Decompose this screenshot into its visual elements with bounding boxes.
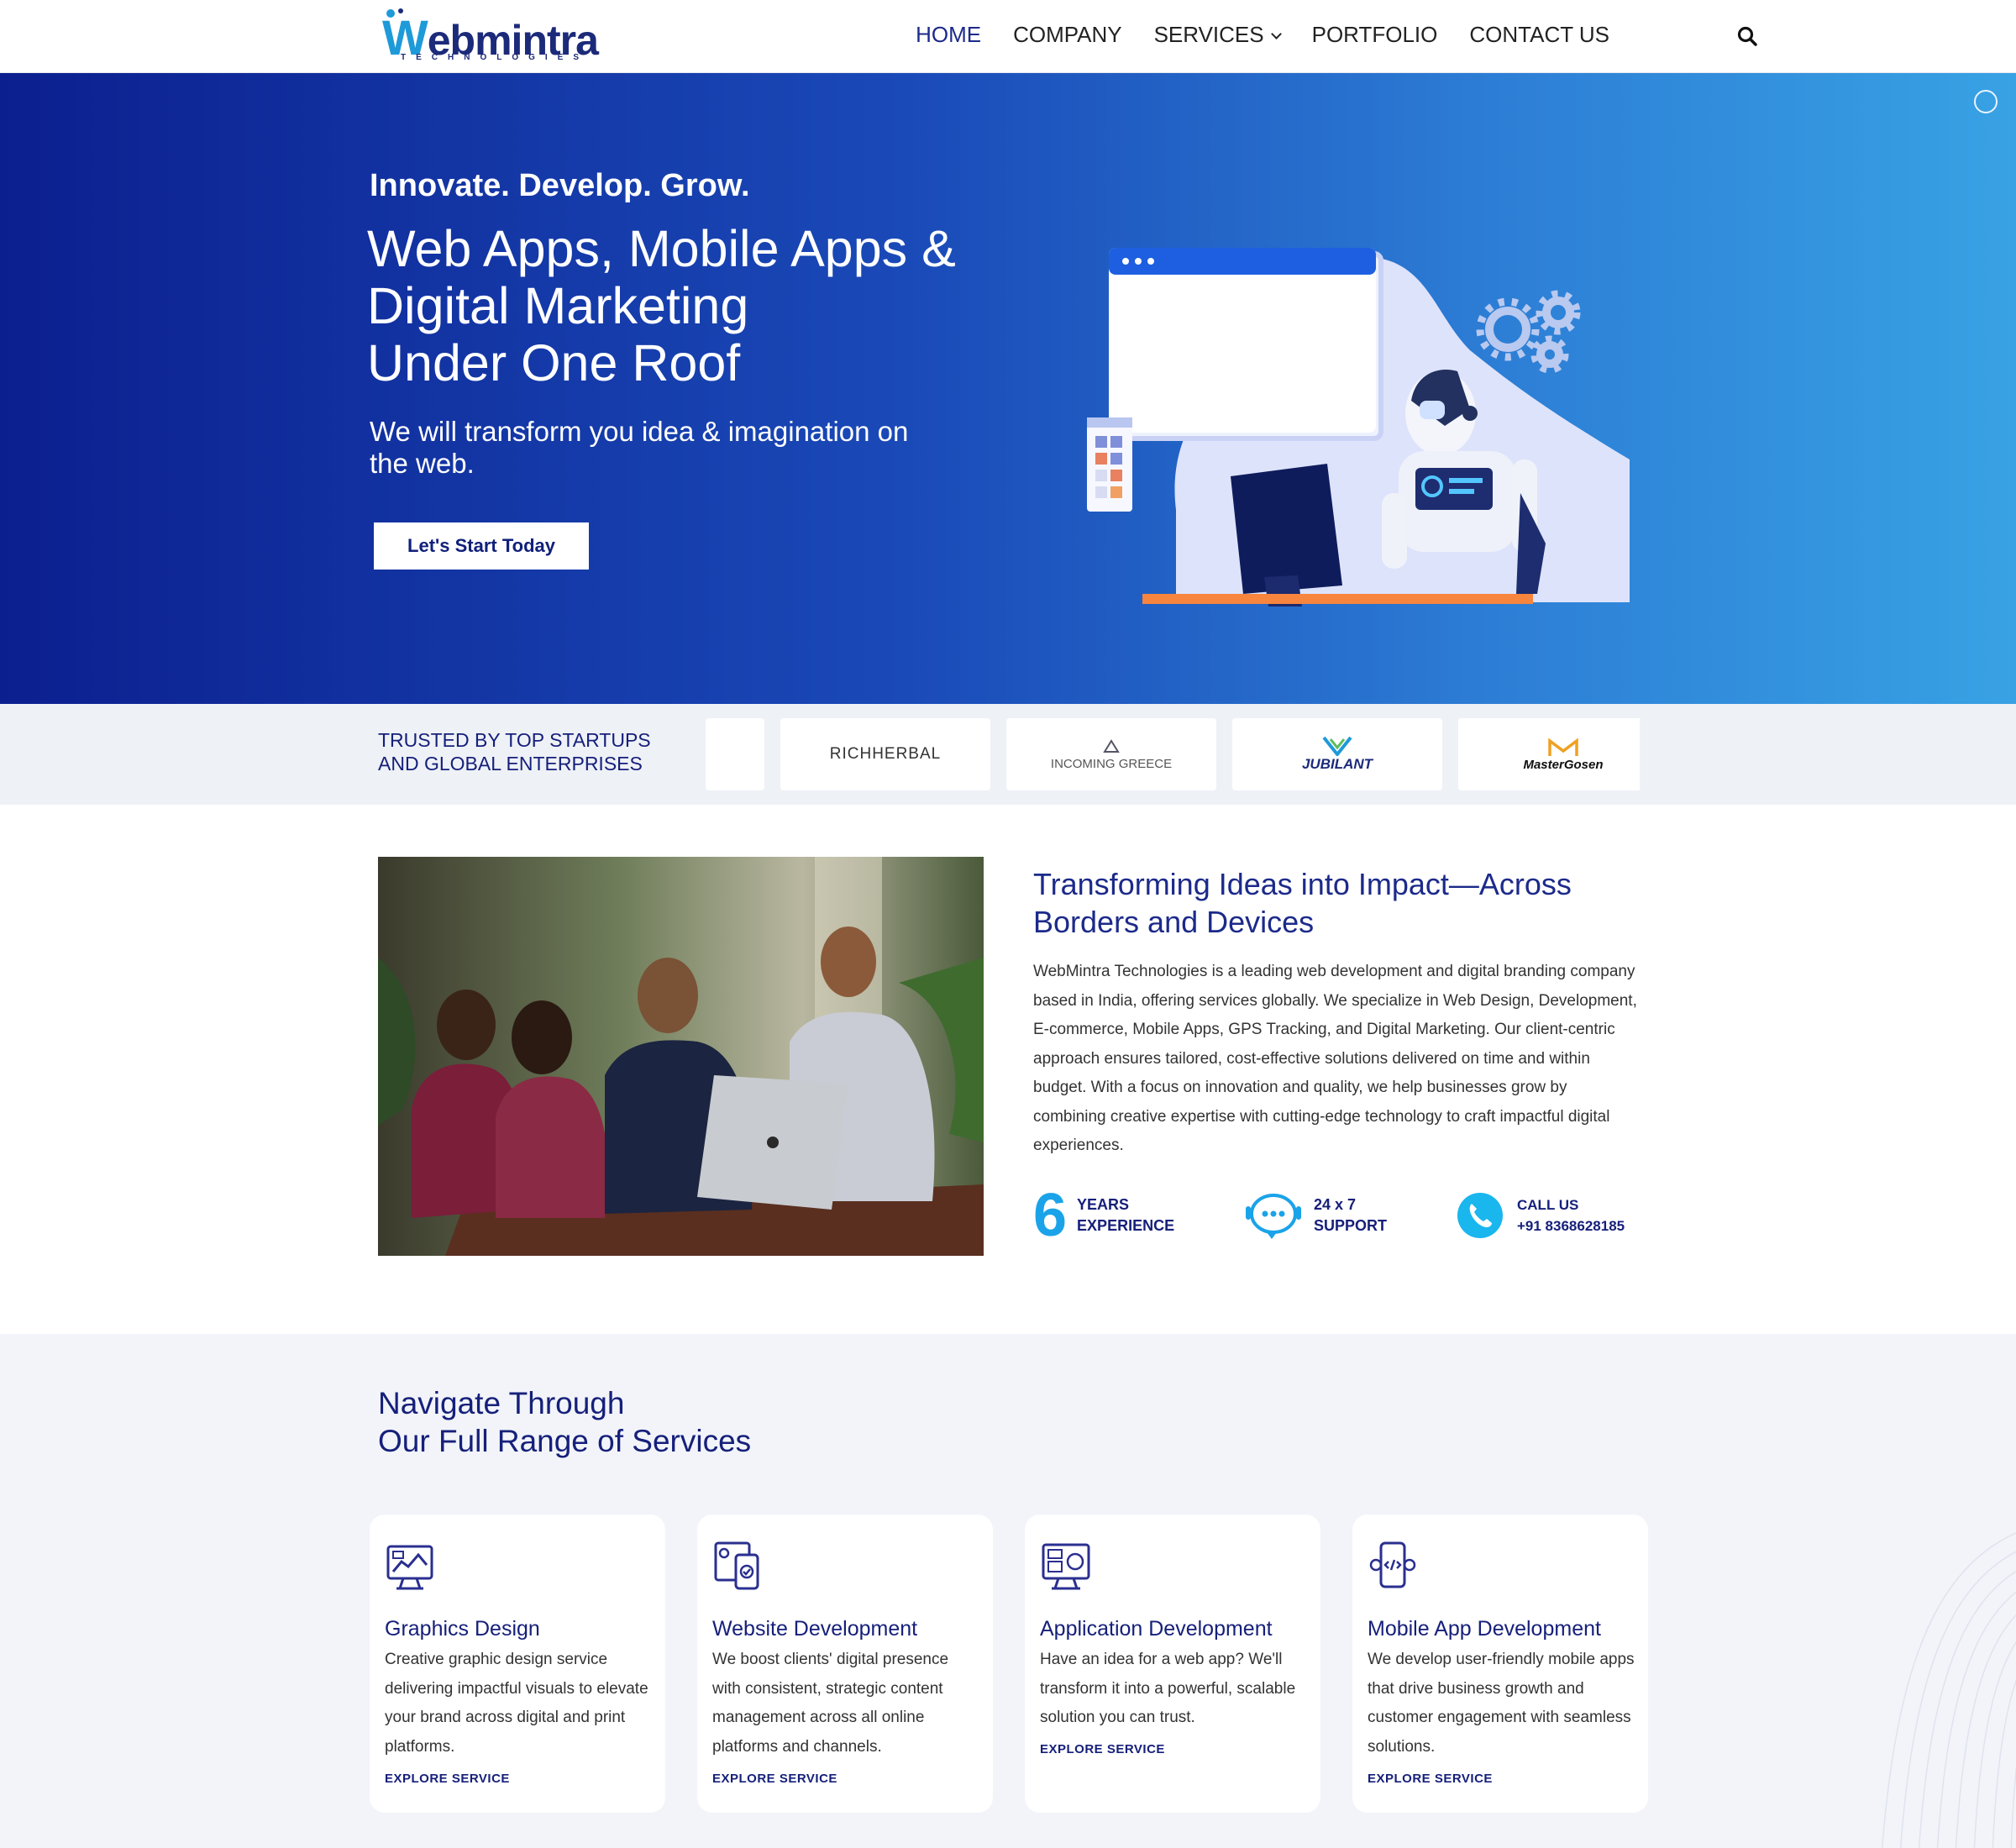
hero-banner: Innovate. Develop. Grow. Web Apps, Mobil… [0, 73, 2016, 704]
years-label-line2: EXPERIENCE [1077, 1217, 1175, 1234]
support-label: 24 x 7 SUPPORT [1314, 1194, 1387, 1236]
support-label-line2: SUPPORT [1314, 1217, 1388, 1234]
client-logo-richherbal: RICHHERBAL [780, 718, 990, 790]
years-number: 6 [1033, 1182, 1068, 1249]
nav-services[interactable]: SERVICES [1138, 22, 1296, 48]
mobile-app-icon [1369, 1541, 1416, 1588]
hero-subtitle: We will transform you idea & imagination… [370, 416, 909, 479]
richherbal-text: RICHHERBAL [829, 745, 942, 763]
application-development-icon [1042, 1543, 1090, 1590]
mastergosen-emblem-icon [1548, 738, 1578, 756]
incoming-greece-text: INCOMING GREECE [1050, 756, 1173, 771]
hero-title-line2: Digital Marketing [367, 277, 749, 334]
trusted-label: TRUSTED BY TOP STARTUPS AND GLOBAL ENTER… [378, 728, 655, 775]
phone-icon [1457, 1193, 1503, 1238]
client-logo-jubilant: JUBILANT [1232, 718, 1442, 790]
trusted-label-line1: TRUSTED BY TOP STARTUPS [378, 729, 651, 751]
stat-call-us[interactable]: CALL US +91 8368628185 [1455, 1186, 1625, 1245]
about-description: WebMintra Technologies is a leading web … [1033, 963, 1637, 1154]
support-label-line1: 24 x 7 [1314, 1196, 1357, 1213]
logo-subtitle: TECHNOLOGIES [401, 53, 590, 62]
jubilant-emblem-icon [1322, 736, 1352, 756]
team-at-laptop-photo [378, 857, 984, 1256]
service-description: Creative graphic design service deliveri… [385, 1651, 648, 1756]
website-development-icon [714, 1541, 759, 1590]
services-section: Navigate Through Our Full Range of Servi… [0, 1334, 2016, 1848]
call-label-line1: CALL US [1517, 1197, 1579, 1213]
explore-service-link[interactable]: EXPLORE SERVICE [1040, 1742, 1165, 1756]
graphics-design-icon [386, 1545, 433, 1590]
service-card-website-development[interactable]: Website Development We boost clients' di… [697, 1515, 993, 1813]
service-card-mobile-app-development[interactable]: Mobile App Development We develop user-f… [1352, 1515, 1648, 1813]
support-chat-icon [1246, 1194, 1301, 1239]
service-title: Application Development [1040, 1617, 1273, 1641]
main-menu: HOME COMPANY SERVICES PORTFOLIO CONTACT … [900, 22, 1625, 48]
webmintra-logo[interactable]: Webmintra TECHNOLOGIES [382, 7, 599, 66]
years-label: YEARS EXPERIENCE [1077, 1194, 1174, 1236]
service-description: Have an idea for a web app? We'll transf… [1040, 1651, 1296, 1726]
trusted-label-line2: AND GLOBAL ENTERPRISES [378, 753, 643, 774]
years-label-line1: YEARS [1077, 1196, 1130, 1213]
incoming-greece-emblem-icon [1103, 738, 1120, 753]
service-description: We boost clients' digital presence with … [712, 1651, 949, 1756]
hero-title: Web Apps, Mobile Apps & Digital Marketin… [367, 220, 1039, 391]
service-description: We develop user-friendly mobile apps tha… [1368, 1651, 1635, 1756]
services-title: Navigate Through Our Full Range of Servi… [378, 1384, 751, 1460]
robot-computer-illustration [1087, 248, 1630, 606]
nav-company[interactable]: COMPANY [997, 22, 1138, 48]
nav-home[interactable]: HOME [900, 22, 997, 48]
stat-years-experience: 6 YEARS EXPERIENCE [1033, 1182, 1174, 1249]
nav-contact-us[interactable]: CONTACT US [1453, 22, 1625, 48]
mastergosen-text: MasterGosen [1523, 757, 1604, 772]
hero-tagline: Innovate. Develop. Grow. [370, 168, 750, 203]
chevron-down-icon [1270, 29, 1282, 39]
explore-service-link[interactable]: EXPLORE SERVICE [712, 1772, 837, 1786]
nav-portfolio[interactable]: PORTFOLIO [1296, 22, 1454, 48]
call-phone-number[interactable]: +91 8368628185 [1517, 1215, 1625, 1236]
service-title: Website Development [712, 1617, 918, 1641]
hero-title-line3: Under One Roof [367, 334, 741, 391]
service-title: Graphics Design [385, 1617, 540, 1641]
service-title: Mobile App Development [1368, 1617, 1601, 1641]
client-logo-mastergosen: MasterGosen [1458, 718, 1640, 790]
decorative-arcs [1881, 1532, 2016, 1848]
hero-title-line1: Web Apps, Mobile Apps & [367, 220, 956, 277]
trusted-by-strip: TRUSTED BY TOP STARTUPS AND GLOBAL ENTER… [0, 704, 2016, 805]
nav-services-label: SERVICES [1153, 22, 1264, 47]
services-title-line1: Navigate Through [378, 1386, 625, 1420]
service-card-application-development[interactable]: Application Development Have an idea for… [1025, 1515, 1320, 1813]
call-label: CALL US +91 8368628185 [1517, 1194, 1625, 1236]
explore-service-link[interactable]: EXPLORE SERVICE [385, 1772, 510, 1786]
top-navigation: Webmintra TECHNOLOGIES HOME COMPANY SERV… [0, 0, 2016, 73]
team-photo [378, 857, 984, 1256]
stat-support: 24 x 7 SUPPORT [1243, 1186, 1387, 1245]
client-logo-incoming-greece: INCOMING GREECE [1006, 718, 1216, 790]
slider-dot-icon[interactable] [1974, 90, 1998, 113]
about-title: Transforming Ideas into Impact—Across Bo… [1033, 867, 1572, 939]
jubilant-text: JUBILANT [1301, 756, 1373, 772]
client-logo-partial [706, 718, 764, 790]
search-icon[interactable] [1736, 25, 1758, 47]
service-card-graphics-design[interactable]: Graphics Design Creative graphic design … [370, 1515, 665, 1813]
client-logo-carousel[interactable]: RICHHERBAL INCOMING GREECE JUBILANT Mast… [706, 718, 1640, 790]
explore-service-link[interactable]: EXPLORE SERVICE [1368, 1772, 1493, 1786]
services-title-line2: Our Full Range of Services [378, 1424, 752, 1458]
lets-start-today-button[interactable]: Let's Start Today [374, 522, 589, 570]
